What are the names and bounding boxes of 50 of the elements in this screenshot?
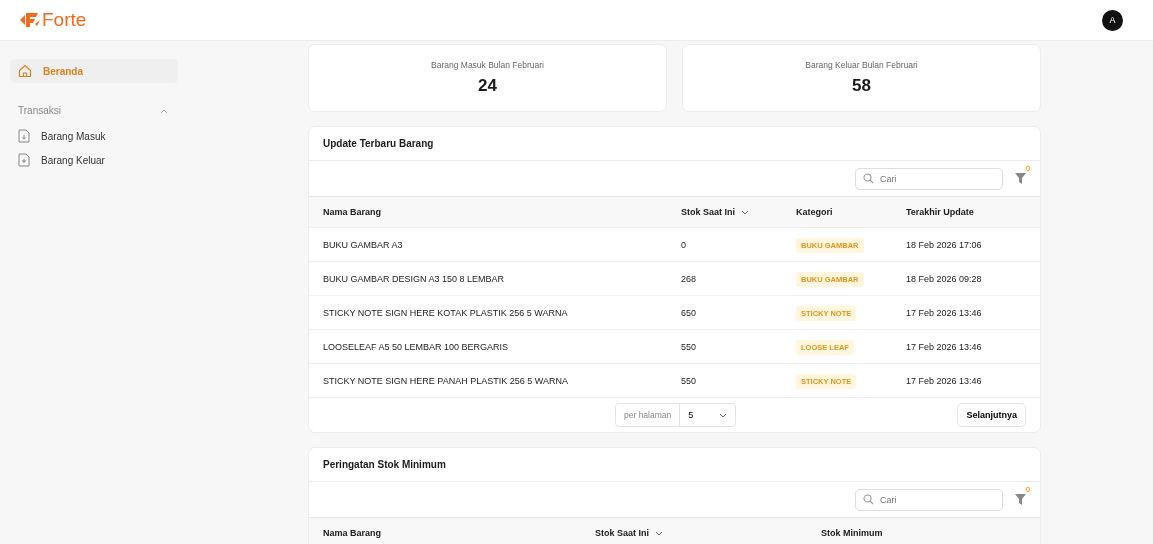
column-header: Nama Barang	[323, 207, 383, 217]
table-cell-text: STICKY NOTE SIGN HERE PANAH PLASTIK 256 5 WARNA	[323, 375, 569, 386]
sort-icon	[741, 209, 749, 215]
home-icon	[18, 64, 32, 78]
sidebar-item[interactable]: Barang Masuk	[10, 124, 178, 148]
chevron-icon	[719, 412, 728, 418]
table-cell-text: 17 Feb 2026 13:46	[906, 341, 983, 352]
column-header: Nama Barang	[323, 528, 383, 538]
document-icon	[18, 153, 30, 167]
search-field[interactable]: Cari	[855, 167, 1003, 190]
column-header: Stok Minimum	[821, 528, 884, 538]
column-header: Terakhir Update	[906, 207, 975, 217]
section-title: Transaksi	[18, 105, 61, 116]
logo-icon	[20, 11, 40, 29]
logo-text: Forte	[42, 9, 87, 31]
sidebar-item[interactable]: Barang Keluar	[10, 148, 178, 172]
user-avatar[interactable]: A	[1102, 9, 1123, 31]
table-cell-text: 268	[681, 273, 698, 284]
table-cell-text: 18 Feb 2026 17:06	[906, 239, 983, 250]
stat-label: Barang Keluar Bulan Februari	[805, 60, 918, 70]
stat-value: 58	[852, 76, 871, 96]
table-cell-text: BUKU GAMBAR DESIGN A3 150 8 LEMBAR	[323, 273, 506, 284]
filter-icon[interactable]	[1015, 173, 1026, 184]
search-icon	[863, 173, 874, 184]
sort-icon	[655, 530, 663, 536]
stat-value: 24	[478, 76, 497, 96]
chevron-icon[interactable]	[160, 107, 168, 114]
table-cell-text: 17 Feb 2026 13:46	[906, 307, 983, 318]
table-cell-text: 550	[681, 375, 698, 386]
table-cell-text: LOOSELEAF A5 50 LEMBAR 100 BERGARIS	[323, 341, 510, 352]
column-header: Kategori	[796, 207, 834, 217]
search-field[interactable]: Cari	[855, 488, 1003, 511]
card-title: Update Terbaru Barang	[323, 138, 434, 149]
table-cell-text: 0	[681, 239, 687, 250]
card-title: Peringatan Stok Minimum	[323, 459, 446, 470]
column-header[interactable]: Stok Saat Ini	[681, 207, 796, 217]
table-cell-text: BUKU GAMBAR A3	[323, 239, 404, 250]
filter-icon[interactable]	[1015, 494, 1026, 505]
per-page-select[interactable]: 5	[680, 410, 736, 420]
table-cell-text: 18 Feb 2026 09:28	[906, 273, 983, 284]
search-icon	[863, 494, 874, 505]
table-cell-text: 17 Feb 2026 13:46	[906, 375, 983, 386]
per-page-label: per halaman	[616, 404, 681, 426]
stat-label: Barang Masuk Bulan Februari	[431, 60, 544, 70]
column-header[interactable]: Stok Saat Ini	[595, 528, 821, 538]
table-cell-text: 650	[681, 307, 698, 318]
table-cell-text: STICKY NOTE SIGN HERE KOTAK PLASTIK 256 5 WARNA	[323, 307, 569, 318]
document-icon	[18, 129, 30, 143]
table-cell-text: 550	[681, 341, 698, 352]
next-button[interactable]: Selanjutnya	[957, 403, 1026, 427]
